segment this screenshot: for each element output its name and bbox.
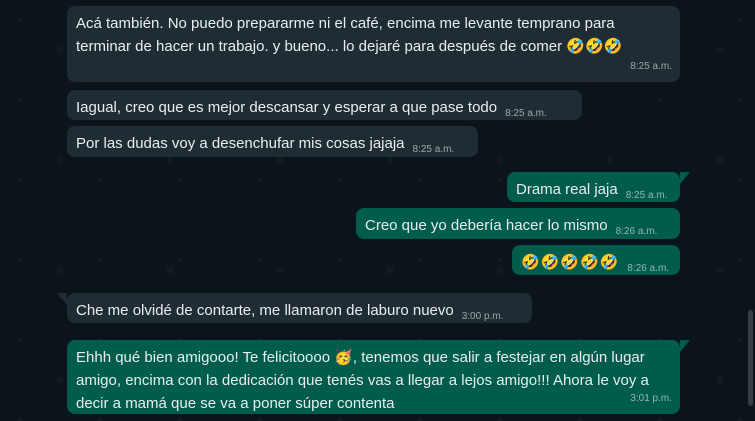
message-time: 8:26 a.m. [627, 263, 670, 274]
message-text: Creo que yo debería hacer lo mismo [365, 217, 608, 234]
bubble-tail [680, 340, 690, 352]
message-text: Acá también. No puedo prepararme ni el c… [76, 15, 623, 55]
message-time: 8:25 a.m. [505, 108, 547, 119]
message-text: 🤣🤣🤣🤣🤣 [521, 253, 620, 271]
message-time: 3:01 p.m. [630, 393, 672, 404]
message-time: 8:25 a.m. [412, 144, 455, 155]
bubble-tail [57, 293, 67, 305]
message-text: Ehhh qué bien amigooo! Te felicitoooo 🥳,… [76, 349, 649, 412]
message-text: Drama real jaja [516, 181, 618, 198]
message-outgoing[interactable]: Creo que yo debería hacer lo mismo 8:26 a… [356, 208, 680, 239]
message-time: 8:25 a.m. [625, 190, 668, 201]
message-time: 8:26 a.m. [615, 226, 658, 237]
message-incoming[interactable]: Acá también. No puedo prepararme ni el c… [67, 6, 680, 82]
message-text: Iagual, creo que es mejor descansar y es… [76, 99, 498, 116]
message-outgoing[interactable]: 🤣🤣🤣🤣🤣 8:26 a.m. [512, 245, 680, 275]
message-outgoing[interactable]: Ehhh qué bien amigooo! Te felicitoooo 🥳,… [67, 340, 680, 414]
message-text: Por las dudas voy a desenchufar mis cosa… [76, 135, 405, 152]
message-outgoing[interactable]: Drama real jaja 8:25 a.m. [507, 172, 680, 202]
message-time: 8:25 a.m. [630, 61, 672, 72]
bubble-tail [680, 172, 690, 184]
chat-message-area[interactable]: Acá también. No puedo prepararme ni el c… [0, 0, 755, 421]
message-time: 3:00 p.m. [461, 311, 504, 322]
message-incoming[interactable]: Por las dudas voy a desenchufar mis cosa… [67, 126, 478, 157]
scrollbar-thumb[interactable] [748, 310, 753, 406]
message-text: Che me olvidé de contarte, me llamaron d… [76, 302, 454, 319]
message-incoming[interactable]: Che me olvidé de contarte, me llamaron d… [67, 293, 532, 323]
message-incoming[interactable]: Iagual, creo que es mejor descansar y es… [67, 90, 582, 120]
